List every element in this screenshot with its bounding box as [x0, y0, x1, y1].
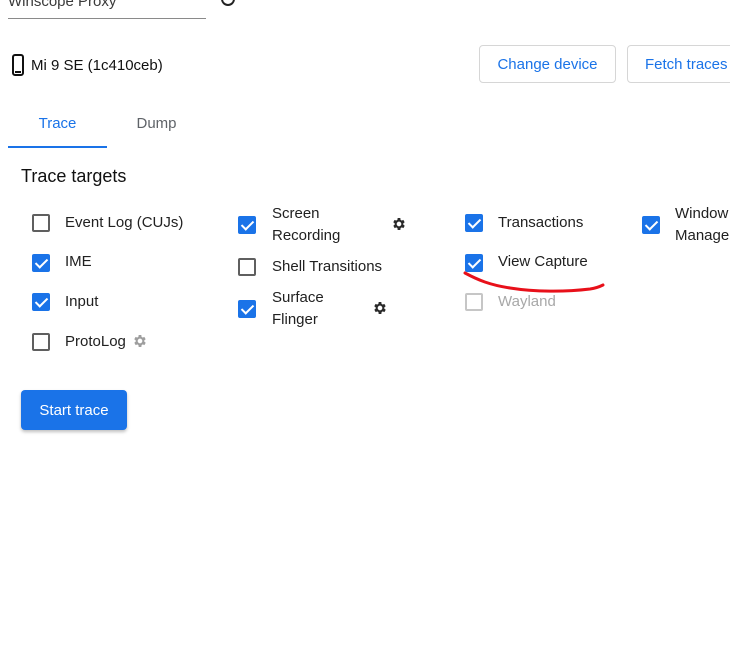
event-log-label: Event Log (CUJs) — [65, 214, 184, 231]
input-checkbox[interactable] — [32, 293, 50, 311]
view-capture-checkbox[interactable] — [465, 254, 483, 272]
window-manager-label-line1: Window — [675, 205, 729, 222]
event-log-checkbox[interactable] — [32, 214, 50, 232]
section-title: Trace targets — [21, 166, 127, 186]
surface-flinger-checkbox[interactable] — [238, 300, 256, 318]
screen-recording-checkbox[interactable] — [238, 216, 256, 234]
device-info: Mi 9 SE (1c410ceb) — [12, 52, 163, 78]
transactions-checkbox[interactable] — [465, 214, 483, 232]
help-circle-icon[interactable] — [221, 0, 235, 6]
shell-transitions-checkbox[interactable] — [238, 258, 256, 276]
shell-transitions-label: Shell Transitions — [272, 258, 383, 275]
screen-recording-settings-gear-icon[interactable] — [391, 216, 407, 232]
input-label: Input — [65, 293, 99, 310]
mode-tabs: Trace Dump — [8, 100, 730, 148]
screen-recording-label-line2: Recording — [272, 227, 341, 244]
tab-dump[interactable]: Dump — [107, 100, 206, 146]
protolog-settings-gear-icon[interactable] — [132, 333, 148, 349]
protolog-checkbox[interactable] — [32, 333, 50, 351]
window-manager-checkbox[interactable] — [642, 216, 660, 234]
change-device-button[interactable]: Change device — [479, 45, 616, 83]
wayland-checkbox — [465, 293, 483, 311]
view-capture-label: View Capture — [498, 253, 588, 270]
wayland-label: Wayland — [498, 293, 556, 310]
ime-checkbox[interactable] — [32, 254, 50, 272]
screen-recording-label-line1: Screen — [272, 205, 320, 222]
fetch-traces-button[interactable]: Fetch traces — [627, 45, 730, 83]
surface-flinger-label-line1: Surface — [272, 289, 324, 306]
window-manager-label-line2: Manager — [675, 227, 730, 244]
proxy-field[interactable]: Winscope Proxy — [8, 0, 206, 19]
winscope-collect-traces: Winscope Proxy Mi 9 SE (1c410ceb) Change… — [0, 0, 730, 647]
surface-flinger-label-line2: Flinger — [272, 311, 318, 328]
protolog-label: ProtoLog — [65, 333, 126, 350]
red-underline-annotation — [463, 271, 605, 293]
start-trace-button[interactable]: Start trace — [21, 390, 127, 430]
ime-label: IME — [65, 253, 92, 270]
transactions-label: Transactions — [498, 214, 584, 231]
surface-flinger-settings-gear-icon[interactable] — [372, 300, 388, 316]
device-name: Mi 9 SE (1c410ceb) — [31, 56, 163, 74]
proxy-field-value: Winscope Proxy — [8, 0, 117, 10]
tab-trace[interactable]: Trace — [8, 100, 107, 148]
smartphone-icon — [12, 54, 24, 76]
